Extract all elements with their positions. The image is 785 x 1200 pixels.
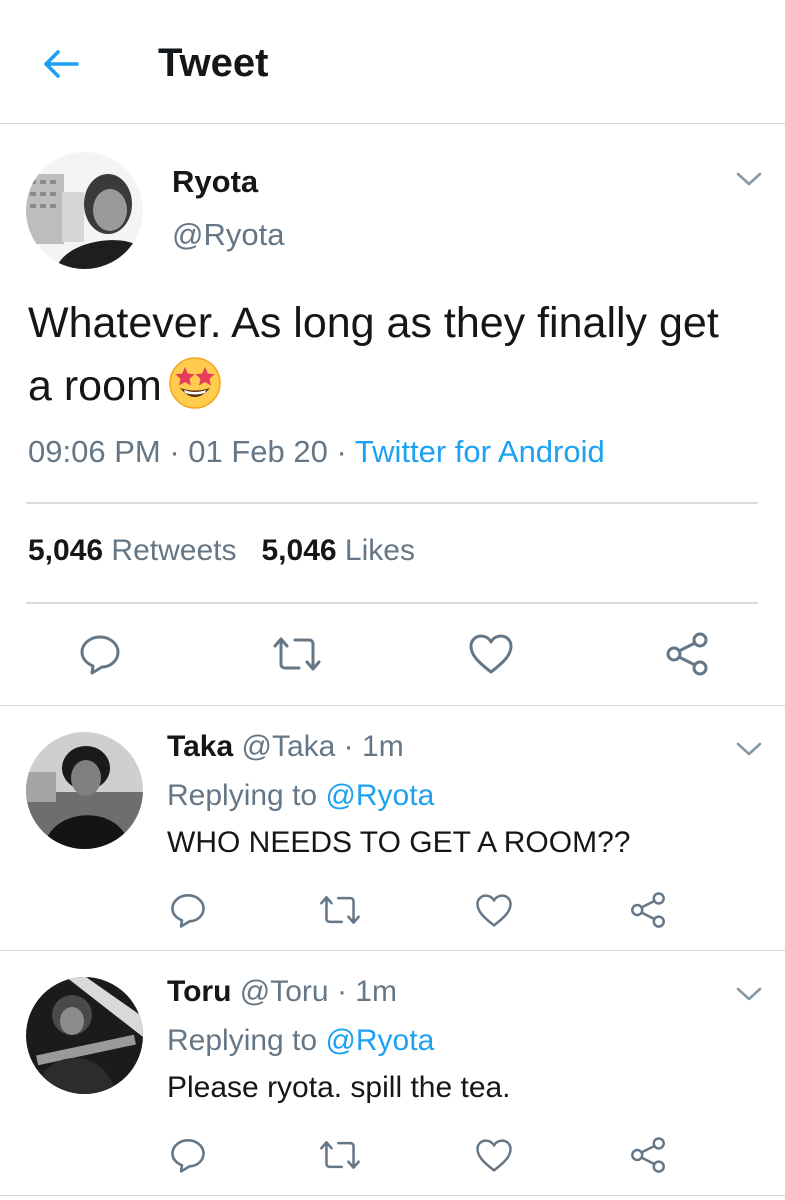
reply-actions bbox=[0, 1131, 785, 1181]
reply-text: Please ryota. spill the tea. bbox=[167, 1071, 511, 1104]
chevron-down-icon bbox=[736, 172, 762, 186]
chevron-down-icon bbox=[736, 742, 762, 756]
reply-icon bbox=[171, 1139, 205, 1173]
replying-label: Replying to bbox=[167, 1024, 318, 1057]
tweet-date: 01 Feb 20 bbox=[188, 434, 328, 469]
reply-button[interactable] bbox=[166, 1133, 210, 1177]
tweet-menu-button[interactable] bbox=[734, 983, 764, 1005]
likes-stat[interactable]: 5,046 Likes bbox=[262, 534, 415, 567]
retweet-icon bbox=[273, 637, 321, 671]
replying-to: Replying to @Ryota bbox=[167, 1024, 434, 1058]
share-icon bbox=[666, 632, 708, 676]
reply-author-name[interactable]: Toru bbox=[167, 975, 231, 1008]
tweet-menu-button[interactable] bbox=[734, 738, 764, 760]
avatar[interactable] bbox=[26, 152, 143, 269]
meta-separator: · bbox=[336, 434, 347, 469]
reply-button[interactable] bbox=[166, 888, 210, 932]
arrow-left-icon bbox=[44, 50, 79, 78]
heart-icon bbox=[476, 1138, 512, 1172]
like-button[interactable] bbox=[472, 888, 516, 932]
retweet-icon bbox=[320, 1141, 360, 1169]
reply-text: WHO NEEDS TO GET A ROOM?? bbox=[167, 826, 631, 859]
reply-icon bbox=[171, 894, 205, 928]
reply-time: 1m bbox=[355, 975, 397, 1008]
share-icon bbox=[631, 1137, 665, 1173]
like-button[interactable] bbox=[466, 630, 516, 678]
reply-button[interactable] bbox=[76, 630, 124, 678]
share-button[interactable] bbox=[662, 630, 712, 678]
divider bbox=[26, 502, 758, 504]
reply-author-handle[interactable]: @Toru bbox=[240, 975, 329, 1008]
meta-separator: · bbox=[343, 730, 354, 763]
tweet-stats: 5,046 Retweets 5,046 Likes bbox=[28, 534, 415, 568]
retweet-button[interactable] bbox=[316, 1133, 364, 1177]
tweet-body: Whatever. As long as they finally get a … bbox=[28, 292, 748, 418]
likes-label: Likes bbox=[344, 534, 415, 567]
retweets-count: 5,046 bbox=[28, 534, 104, 567]
author-handle[interactable]: @Ryota bbox=[172, 217, 284, 253]
share-button[interactable] bbox=[626, 888, 670, 932]
like-button[interactable] bbox=[472, 1133, 516, 1177]
tweet-meta: 09:06 PM · 01 Feb 20 · Twitter for Andro… bbox=[28, 434, 605, 470]
tweet-text: Whatever. As long as they finally get a … bbox=[28, 299, 719, 410]
tweet-actions bbox=[0, 624, 785, 688]
back-button[interactable] bbox=[38, 44, 84, 84]
retweet-icon bbox=[320, 896, 360, 924]
retweets-stat[interactable]: 5,046 Retweets bbox=[28, 534, 236, 567]
reply-header: Toru @Toru · 1m bbox=[167, 975, 397, 1009]
author-name[interactable]: Ryota bbox=[172, 164, 258, 200]
reply-header: Taka @Taka · 1m bbox=[167, 730, 404, 764]
heart-icon bbox=[469, 634, 513, 674]
reply-tweet[interactable]: Taka @Taka · 1m Replying to @Ryota WHO N… bbox=[0, 706, 785, 951]
share-icon bbox=[631, 892, 665, 928]
reply-actions bbox=[0, 886, 785, 936]
retweet-button[interactable] bbox=[270, 630, 324, 678]
star-struck-emoji-icon bbox=[169, 357, 221, 409]
main-tweet: Ryota @Ryota Whatever. As long as they f… bbox=[0, 124, 785, 706]
reply-author-handle[interactable]: @Taka bbox=[242, 730, 336, 763]
meta-separator: · bbox=[336, 975, 347, 1008]
avatar[interactable] bbox=[26, 977, 143, 1094]
tweet-menu-button[interactable] bbox=[734, 168, 764, 190]
reply-tweet[interactable]: Toru @Toru · 1m Replying to @Ryota Pleas… bbox=[0, 951, 785, 1196]
replying-label: Replying to bbox=[167, 779, 318, 812]
top-app-bar: Tweet bbox=[0, 0, 785, 124]
share-button[interactable] bbox=[626, 1133, 670, 1177]
mention-link[interactable]: @Ryota bbox=[325, 1024, 434, 1057]
divider bbox=[26, 602, 758, 604]
tweet-time: 09:06 PM bbox=[28, 434, 161, 469]
meta-separator: · bbox=[169, 434, 180, 469]
chevron-down-icon bbox=[736, 987, 762, 1001]
heart-icon bbox=[476, 893, 512, 927]
avatar[interactable] bbox=[26, 732, 143, 849]
likes-count: 5,046 bbox=[261, 534, 337, 567]
retweet-button[interactable] bbox=[316, 888, 364, 932]
tweet-source-link[interactable]: Twitter for Android bbox=[355, 434, 605, 469]
reply-icon bbox=[80, 635, 120, 675]
page-title: Tweet bbox=[158, 41, 269, 85]
reply-time: 1m bbox=[362, 730, 404, 763]
reply-author-name[interactable]: Taka bbox=[167, 730, 233, 763]
retweets-label: Retweets bbox=[111, 534, 237, 567]
mention-link[interactable]: @Ryota bbox=[325, 779, 434, 812]
replying-to: Replying to @Ryota bbox=[167, 779, 434, 813]
